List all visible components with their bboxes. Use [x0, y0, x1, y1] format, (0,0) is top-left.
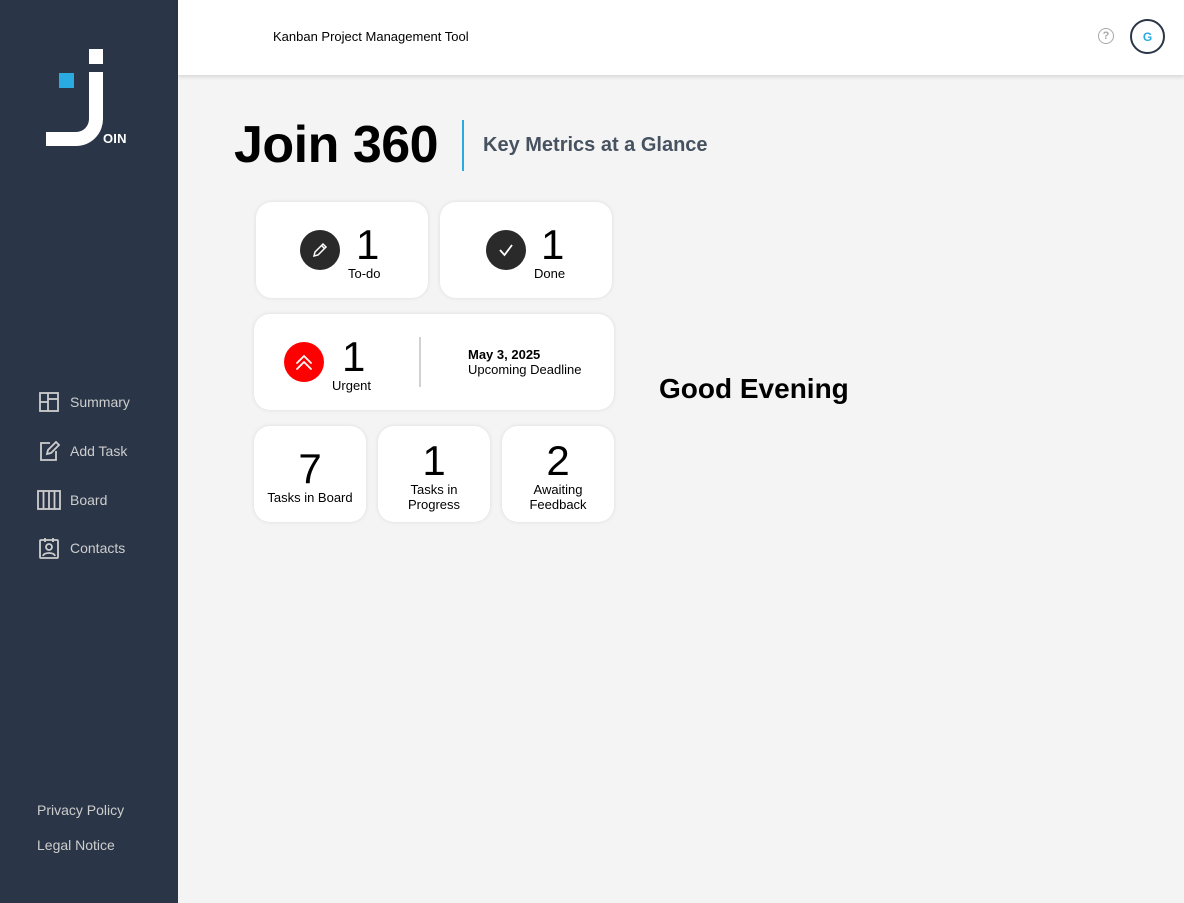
privacy-policy-link[interactable]: Privacy Policy: [37, 802, 124, 818]
page-subtitle: Key Metrics at a Glance: [483, 134, 708, 156]
question-mark-icon[interactable]: ?: [1098, 28, 1114, 44]
sidebar-item-board[interactable]: Board: [36, 487, 166, 513]
tasks-in-progress-label: Progress: [407, 497, 461, 512]
sidebar-item-add-task[interactable]: Add Task: [36, 438, 166, 464]
tasks-in-progress-card[interactable]: 1 Tasks in Progress: [378, 426, 490, 522]
awaiting-feedback-label: Awaiting: [533, 482, 583, 497]
awaiting-feedback-label: Feedback: [529, 497, 587, 512]
contacts-icon: [36, 535, 62, 561]
sidebar-item-label: Add Task: [70, 443, 128, 459]
urgent-deadline-card[interactable]: 1 Urgent May 3, 2025 Upcoming Deadline: [254, 314, 614, 410]
logo-wordmark: OIN: [103, 131, 127, 146]
tasks-in-board-label: Tasks in Board: [267, 490, 353, 505]
urgent-label: Urgent: [332, 378, 372, 393]
page-title: Join 360: [234, 116, 439, 174]
awaiting-feedback-card[interactable]: 2 Awaiting Feedback: [502, 426, 614, 522]
todo-count: 1: [356, 221, 380, 268]
sidebar-item-label: Summary: [70, 394, 130, 410]
card-divider: [419, 337, 421, 387]
done-card[interactable]: 1 Done: [440, 202, 612, 298]
done-label: Done: [534, 266, 566, 281]
tasks-in-board-card[interactable]: 7 Tasks in Board: [254, 426, 366, 522]
board-icon: [36, 487, 62, 513]
title-divider: [462, 120, 464, 171]
tasks-in-progress-label: Tasks in: [410, 482, 458, 497]
sidebar-item-contacts[interactable]: Contacts: [36, 535, 166, 561]
sidebar-item-label: Contacts: [70, 540, 126, 556]
pencil-icon: [300, 230, 340, 270]
greeting-text: Good Evening: [659, 373, 849, 404]
deadline-label: Upcoming Deadline: [468, 362, 582, 377]
deadline-date: May 3, 2025: [468, 347, 541, 362]
urgent-count: 1: [342, 333, 366, 380]
tasks-in-board-count: 7: [298, 445, 322, 492]
legal-notice-link[interactable]: Legal Notice: [37, 837, 115, 853]
awaiting-feedback-count: 2: [546, 437, 570, 484]
tasks-in-progress-count: 1: [422, 437, 446, 484]
sidebar: OIN Summary Add Task Board Contacts Priv…: [0, 0, 178, 903]
summary-icon: [36, 389, 62, 415]
todo-label: To-do: [348, 266, 381, 281]
top-header: Kanban Project Management Tool ? G: [178, 0, 1184, 75]
double-chevron-up-icon: [284, 342, 324, 382]
done-count: 1: [541, 221, 565, 268]
add-task-icon: [36, 438, 62, 464]
app-title: Kanban Project Management Tool: [273, 29, 469, 44]
user-avatar[interactable]: G: [1130, 19, 1165, 54]
checkmark-icon: [486, 230, 526, 270]
todo-card[interactable]: 1 To-do: [256, 202, 428, 298]
sidebar-item-label: Board: [70, 492, 108, 508]
sidebar-item-summary[interactable]: Summary: [36, 389, 166, 415]
